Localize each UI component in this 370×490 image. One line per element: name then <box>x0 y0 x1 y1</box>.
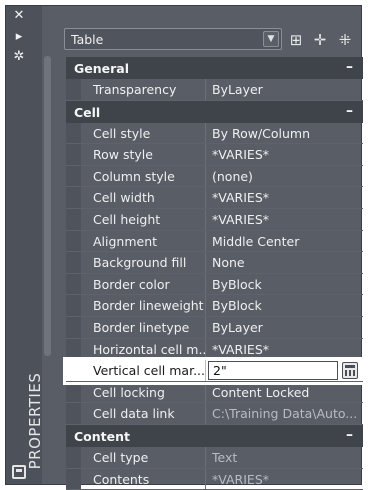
property-row[interactable]: Row style *VARIES* <box>66 144 363 166</box>
property-label: Border color <box>81 274 206 295</box>
palette-title-bar: ✕ ▸ ✲ PROPERTIES <box>6 6 42 484</box>
close-icon[interactable]: ✕ <box>12 9 26 23</box>
calculator-icon[interactable] <box>342 362 358 379</box>
property-value: *VARIES* <box>212 147 269 162</box>
property-label: Cell style <box>81 123 206 144</box>
properties-palette: ✕ ▸ ✲ PROPERTIES Table ▼ ⊞ ✛ ⁜ General – T… <box>5 5 362 485</box>
property-row[interactable]: Cell height *VARIES* <box>66 209 363 231</box>
property-value: *VARIES* <box>212 472 269 487</box>
property-value: ByBlock <box>212 277 262 292</box>
property-row[interactable]: Alignment Middle Center <box>66 231 363 253</box>
row-indent <box>66 382 81 403</box>
row-indent <box>66 469 81 490</box>
property-row[interactable]: Cell style By Row/Column <box>66 123 363 145</box>
property-label: Border linetype <box>81 317 206 338</box>
collapse-icon[interactable]: – <box>346 427 353 443</box>
property-row[interactable]: Vertical cell mar...2" <box>66 360 363 382</box>
property-label: Horizontal cell m... <box>81 339 206 360</box>
property-row[interactable]: Cell width *VARIES* <box>66 187 363 209</box>
row-indent <box>66 274 81 295</box>
property-value: *VARIES* <box>212 190 269 205</box>
collapse-icon[interactable]: – <box>346 59 353 75</box>
pin-icon[interactable]: ▸ <box>12 30 26 44</box>
toggle-pickadd-icon[interactable]: ⊞ <box>287 31 305 49</box>
property-label: Contents <box>81 469 206 490</box>
property-row[interactable]: Cell type Text <box>66 447 363 469</box>
property-value: By Row/Column <box>212 126 310 141</box>
row-indent <box>66 403 81 424</box>
property-row[interactable]: Border color ByBlock <box>66 274 363 296</box>
property-label: Row style <box>81 144 206 165</box>
property-row[interactable]: Background fill None <box>66 252 363 274</box>
property-label: Vertical cell mar... <box>81 360 206 381</box>
row-indent <box>66 209 81 230</box>
property-label: Cell type <box>81 447 206 468</box>
section-content[interactable]: Content – <box>66 425 363 447</box>
property-row[interactable]: Border lineweight ByBlock <box>66 295 363 317</box>
row-indent <box>66 295 81 316</box>
row-indent <box>66 317 81 338</box>
property-label: Background fill <box>81 252 206 273</box>
property-row[interactable]: Horizontal cell m... *VARIES* <box>66 339 363 361</box>
collapse-icon[interactable]: – <box>346 103 353 119</box>
property-value: C:\Training Data\Auto... <box>212 406 357 421</box>
palette-grip[interactable] <box>44 56 51 356</box>
property-value: Content Locked <box>212 385 309 400</box>
property-value: (none) <box>212 169 253 184</box>
property-value: ByLayer <box>212 82 263 97</box>
palette-title: PROPERTIES <box>26 361 46 481</box>
section-general[interactable]: General – <box>66 57 363 79</box>
property-label: Border lineweight <box>81 295 206 316</box>
property-row[interactable]: Transparency ByLayer <box>66 79 363 101</box>
properties-grid: General – Transparency ByLayer Cell – Cell sty… <box>66 57 363 490</box>
property-value: *VARIES* <box>212 212 269 227</box>
property-label: Transparency <box>81 79 206 100</box>
row-indent <box>66 144 81 165</box>
row-indent <box>66 187 81 208</box>
row-indent <box>66 447 81 468</box>
section-title: Cell <box>74 105 100 120</box>
property-value: Text <box>212 450 237 465</box>
row-indent <box>66 339 81 360</box>
property-row[interactable]: Cell data link C:\Training Data\Auto... <box>66 403 363 425</box>
property-value: ByBlock <box>212 298 262 313</box>
section-cell[interactable]: Cell – <box>66 101 363 123</box>
row-indent <box>66 252 81 273</box>
select-objects-icon[interactable]: ✛ <box>311 31 329 49</box>
settings-icon[interactable]: ✲ <box>12 50 26 64</box>
row-indent <box>66 360 81 381</box>
property-value: *VARIES* <box>212 342 269 357</box>
palette-menu-icon[interactable] <box>12 465 26 479</box>
row-indent <box>66 231 81 252</box>
property-label: Column style <box>81 166 206 187</box>
chevron-down-icon[interactable]: ▼ <box>263 31 279 47</box>
row-indent <box>66 79 81 100</box>
property-value: None <box>212 255 245 270</box>
property-label: Cell data link <box>81 403 206 424</box>
property-label: Cell height <box>81 209 206 230</box>
property-label: Cell width <box>81 187 206 208</box>
property-row[interactable]: Border linetype ByLayer <box>66 317 363 339</box>
property-label: Cell locking <box>81 382 206 403</box>
quick-select-icon[interactable]: ⁜ <box>336 31 354 49</box>
property-value-input[interactable]: 2" <box>208 361 338 380</box>
property-row[interactable]: Cell locking Content Locked <box>66 382 363 404</box>
property-value: Middle Center <box>212 234 299 249</box>
property-value: ByLayer <box>212 320 263 335</box>
property-label: Alignment <box>81 231 206 252</box>
section-title: Content <box>74 429 130 444</box>
row-indent <box>66 166 81 187</box>
row-indent <box>66 123 81 144</box>
object-type-dropdown[interactable]: Table ▼ <box>64 28 282 50</box>
section-title: General <box>74 61 129 76</box>
property-row[interactable]: Contents *VARIES* <box>66 469 363 490</box>
property-row[interactable]: Column style (none) <box>66 166 363 188</box>
object-type-value: Table <box>71 32 103 47</box>
